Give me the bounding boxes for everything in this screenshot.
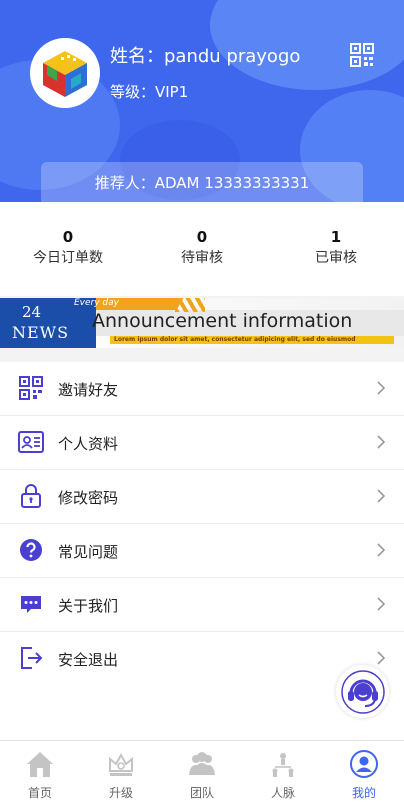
menu-label: 邀请好友	[58, 381, 119, 399]
stat-label: 待审核	[181, 250, 223, 266]
bottom-tab-bar: 首页 升级 团队 人脉 我的	[0, 740, 404, 802]
chevron-right-icon	[377, 489, 386, 503]
cube-logo-icon	[43, 51, 87, 97]
stat-today-orders[interactable]: 0 今日订单数	[8, 228, 128, 267]
question-icon	[20, 539, 42, 561]
team-icon	[189, 752, 215, 775]
chevron-right-icon	[377, 597, 386, 611]
id-card-icon	[18, 431, 44, 453]
tab-label: 人脉	[270, 786, 295, 800]
user-name: 姓名：pandu prayogo	[110, 46, 301, 67]
banner-every-day: Every day	[74, 298, 119, 308]
customer-service-button[interactable]	[336, 665, 389, 718]
lock-icon	[21, 484, 41, 508]
stat-label: 今日订单数	[33, 250, 103, 266]
menu-label: 安全退出	[58, 651, 119, 669]
user-icon	[350, 750, 378, 778]
tab-label: 我的	[351, 786, 376, 800]
menu-item-change-password[interactable]: 修改密码	[0, 470, 404, 524]
stat-pending[interactable]: 0 待审核	[142, 228, 262, 267]
chevron-right-icon	[377, 543, 386, 557]
tab-upgrade[interactable]: 升级	[81, 741, 161, 802]
tab-network[interactable]: 人脉	[243, 741, 323, 802]
menu-item-invite[interactable]: 邀请好友	[0, 362, 404, 416]
stat-label: 已审核	[315, 250, 357, 266]
referrer-info: 推荐人：ADAM 13333333331	[41, 162, 363, 202]
user-level: 等级：VIP1	[110, 83, 189, 101]
tab-label: 升级	[108, 786, 133, 800]
tab-team[interactable]: 团队	[162, 741, 242, 802]
menu-item-about[interactable]: 关于我们	[0, 578, 404, 632]
banner-number: 24	[22, 303, 42, 321]
menu-label: 关于我们	[58, 597, 119, 615]
announcement-banner[interactable]: 24 NEWS Every day Announcement informati…	[0, 298, 404, 348]
order-stats: 0 今日订单数 0 待审核 1 已审核	[0, 202, 404, 296]
menu-label: 修改密码	[58, 489, 119, 507]
chevron-right-icon	[377, 651, 386, 665]
headset-icon	[340, 669, 385, 714]
tab-label: 首页	[27, 786, 52, 800]
menu-label: 个人资料	[58, 435, 119, 453]
banner-subtitle: Lorem ipsum dolor sit amet, consectetur …	[114, 336, 356, 343]
menu-item-profile[interactable]: 个人资料	[0, 416, 404, 470]
stat-approved[interactable]: 1 已审核	[276, 228, 396, 267]
stat-value: 0	[196, 228, 208, 246]
qr-code-icon[interactable]	[349, 42, 375, 68]
qr-code-icon	[19, 376, 43, 400]
chat-dots-icon	[21, 596, 41, 613]
home-icon	[27, 752, 53, 777]
tab-label: 团队	[189, 786, 214, 800]
stat-value: 1	[330, 228, 342, 246]
banner-news: NEWS	[12, 323, 70, 342]
logout-icon	[21, 647, 43, 669]
menu-item-faq[interactable]: 常见问题	[0, 524, 404, 578]
menu-label: 常见问题	[58, 543, 119, 561]
tab-mine[interactable]: 我的	[324, 741, 404, 802]
tab-home[interactable]: 首页	[0, 741, 80, 802]
chevron-right-icon	[377, 435, 386, 449]
avatar[interactable]	[30, 38, 100, 108]
profile-header: 姓名：pandu prayogo 等级：VIP1 推荐人：ADAM 133333…	[0, 0, 404, 202]
banner-title: Announcement information	[92, 310, 353, 332]
crown-icon	[109, 752, 133, 776]
network-icon	[272, 753, 294, 777]
chevron-right-icon	[377, 381, 386, 395]
stat-value: 0	[62, 228, 74, 246]
